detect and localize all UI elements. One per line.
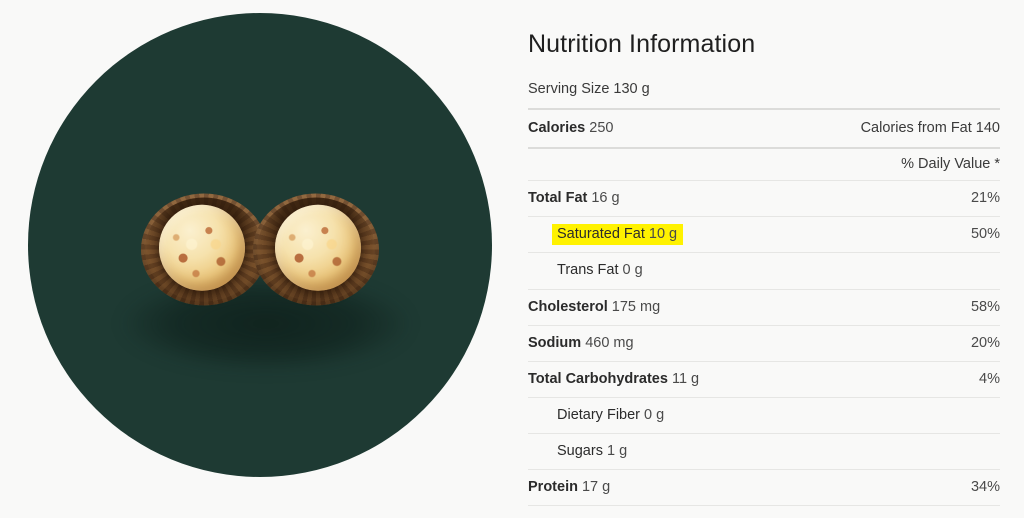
total-carbohydrates-daily-value: 4% [979, 370, 1000, 387]
protein-daily-value: 34% [970, 479, 1000, 496]
nutrient-row-saturated-fat: Saturated Fat 10 g 50% [528, 217, 1000, 252]
total-fat-label: Total Fat [528, 190, 588, 207]
nutrition-panel: Nutrition Information Serving Size 130 g… [520, 0, 1024, 518]
total-carbohydrates-amount: 11 g [667, 370, 700, 387]
nutrient-row-protein: Protein 17 g 34% [528, 470, 1000, 505]
disclaimer-text: Nutrition information is calculated base… [528, 506, 998, 518]
protein-amount: 17 g [577, 479, 611, 496]
nutrient-row-total-carbohydrates: Total Carbohydrates 11 g 4% [528, 362, 1000, 397]
protein-label-wrap: Protein 17 g [528, 479, 610, 495]
sodium-daily-value: 20% [970, 334, 1000, 351]
cholesterol-label-group: Cholesterol 175 mg [528, 298, 660, 316]
product-photo [28, 13, 492, 477]
trans-fat-label-group: Trans Fat 0 g [528, 261, 643, 279]
sodium-label-wrap: Sodium 460 mg [528, 335, 634, 351]
product-image-pane [0, 0, 520, 518]
nutrient-row-cholesterol: Cholesterol 175 mg 58% [528, 290, 1000, 325]
saturated-fat-daily-value: 50% [970, 226, 1000, 243]
page-title: Nutrition Information [528, 30, 756, 58]
dietary-fiber-label-wrap: Dietary Fiber 0 g [557, 407, 664, 423]
cholesterol-daily-value: 58% [970, 298, 1000, 315]
nutrient-rows: Total Fat 16 g 21% Saturated Fat 10 g 50% Tr… [528, 180, 1000, 505]
total-fat-amount: 16 g [587, 190, 620, 207]
calories-from-fat: Calories from Fat 140 [860, 120, 1000, 136]
serving-size: Serving Size 130 g [528, 81, 650, 97]
nutrient-row-dietary-fiber: Dietary Fiber 0 g [528, 398, 1000, 433]
sugars-label-wrap: Sugars 1 g [557, 443, 627, 459]
trans-fat-label-wrap: Trans Fat 0 g [557, 262, 643, 278]
calories-value: 250 [589, 120, 614, 136]
total-carbohydrates-label: Total Carbohydrates [528, 370, 668, 387]
saturated-fat-label: Saturated Fat [557, 226, 645, 243]
cholesterol-label-wrap: Cholesterol 175 mg [528, 299, 660, 315]
egg-bite-right [275, 204, 361, 291]
sugars-label: Sugars [557, 443, 603, 459]
nutrient-row-total-fat: Total Fat 16 g 21% [528, 181, 1000, 216]
dietary-fiber-label-group: Dietary Fiber 0 g [528, 406, 664, 424]
sodium-label-group: Sodium 460 mg [528, 334, 634, 352]
nutrient-row-sodium: Sodium 460 mg 20% [528, 326, 1000, 361]
calories-label: Calories [528, 120, 586, 136]
nutrient-row-sugars: Sugars 1 g [528, 434, 1000, 469]
cholesterol-label: Cholesterol [528, 298, 608, 315]
protein-label: Protein [528, 479, 578, 496]
sodium-amount: 460 mg [581, 334, 634, 351]
trans-fat-label: Trans Fat [557, 262, 619, 279]
calories-row: Calories 250 Calories from Fat 140 [528, 110, 1000, 147]
sugars-amount: 1 g [602, 443, 628, 459]
dietary-fiber-amount: 0 g [640, 406, 665, 423]
nutrient-row-trans-fat: Trans Fat 0 g [528, 253, 1000, 288]
total-fat-daily-value: 21% [970, 190, 1000, 207]
calories-label-group: Calories 250 [528, 119, 613, 137]
trans-fat-amount: 0 g [618, 262, 643, 279]
cholesterol-amount: 175 mg [607, 298, 661, 315]
saturated-fat-amount: 10 g [644, 226, 678, 243]
total-fat-label-group: Total Fat 16 g [528, 189, 620, 207]
sodium-label: Sodium [528, 334, 582, 351]
sugars-label-group: Sugars 1 g [528, 442, 627, 460]
total-carbohydrates-label-group: Total Carbohydrates 11 g [528, 370, 699, 388]
highlight-marker: Saturated Fat 10 g [552, 224, 684, 246]
egg-bite-tray [141, 193, 379, 306]
total-carbohydrates-label-wrap: Total Carbohydrates 11 g [528, 371, 699, 387]
daily-value-header: % Daily Value * [901, 156, 1000, 173]
nutrition-page: Nutrition Information Serving Size 130 g… [0, 0, 1024, 518]
egg-bite-left [159, 204, 245, 291]
protein-label-group: Protein 17 g [528, 478, 610, 496]
dietary-fiber-label: Dietary Fiber [557, 406, 640, 423]
saturated-fat-label-group: Saturated Fat 10 g [528, 224, 684, 246]
total-fat-label-wrap: Total Fat 16 g [528, 190, 620, 206]
